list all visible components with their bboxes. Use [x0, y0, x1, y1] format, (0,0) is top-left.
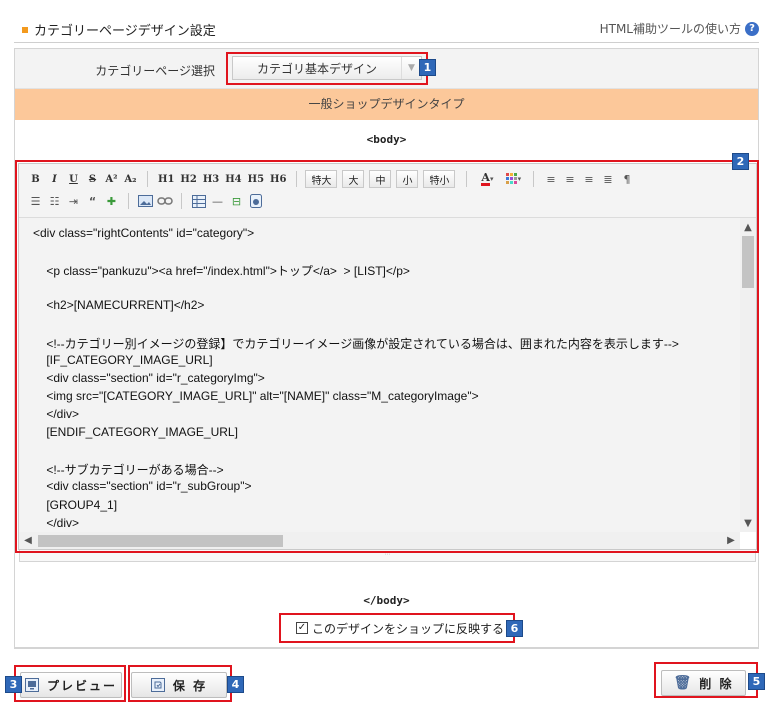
callout-frame-5	[654, 662, 758, 698]
callout-frame-3	[14, 665, 126, 702]
callout-badge-3: 3	[5, 676, 22, 693]
panel-bottom-divider	[14, 648, 759, 649]
bullet-icon	[22, 26, 28, 33]
header-divider	[14, 42, 759, 43]
callout-frame-1	[226, 52, 428, 85]
help-icon[interactable]: ?	[745, 21, 759, 36]
callout-badge-5: 5	[748, 673, 765, 690]
body-close-tag: </body>	[363, 594, 410, 607]
callout-badge-2: 2	[732, 153, 749, 170]
callout-frame-4	[128, 665, 232, 702]
design-type-bar: 一般ショップデザインタイプ	[15, 89, 758, 120]
body-open-tag: <body>	[366, 133, 407, 146]
callout-frame-6	[279, 613, 515, 643]
help-link[interactable]: HTML補助ツールの使い方 ?	[600, 20, 759, 37]
section-title-text: カテゴリーページデザイン設定	[34, 24, 216, 39]
callout-frame-2	[15, 160, 759, 553]
callout-badge-1: 1	[419, 59, 436, 76]
help-link-text[interactable]: HTML補助ツールの使い方	[600, 20, 741, 37]
page-select-label: カテゴリーページ選択	[95, 64, 215, 78]
section-title: カテゴリーページデザイン設定	[22, 20, 216, 39]
callout-badge-4: 4	[227, 676, 244, 693]
callout-badge-6: 6	[506, 620, 523, 637]
